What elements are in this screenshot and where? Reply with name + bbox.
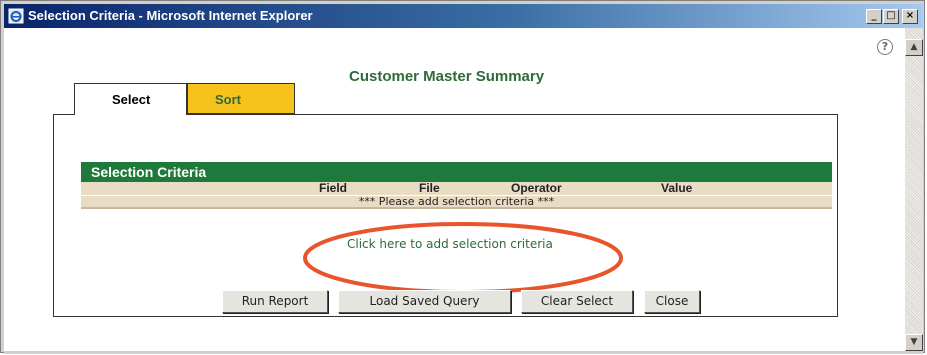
maximize-button[interactable]: □ [883, 9, 899, 24]
window-bottom-border [4, 351, 923, 354]
clear-select-button[interactable]: Clear Select [521, 290, 633, 313]
page-content: ? Customer Master Summary Select Sort Se… [4, 28, 905, 351]
run-report-button[interactable]: Run Report [222, 290, 328, 313]
vertical-scrollbar[interactable]: ▲ ▼ [905, 28, 923, 351]
browser-window: Selection Criteria - Microsoft Internet … [0, 0, 925, 354]
column-header-field: Field [319, 181, 348, 195]
scroll-down-icon[interactable]: ▼ [905, 334, 923, 351]
help-icon[interactable]: ? [877, 39, 893, 55]
window-titlebar[interactable]: Selection Criteria - Microsoft Internet … [4, 4, 923, 28]
load-saved-query-button[interactable]: Load Saved Query [338, 290, 511, 313]
internet-explorer-icon [8, 8, 24, 24]
page-title: Customer Master Summary [349, 68, 545, 85]
add-selection-criteria-link[interactable]: Click here to add selection criteria [347, 237, 553, 251]
minimize-button[interactable]: _ [866, 9, 882, 24]
column-header-value: Value [661, 181, 693, 195]
window-title: Selection Criteria - Microsoft Internet … [28, 8, 313, 23]
column-header-file: File [419, 181, 440, 195]
scroll-up-icon[interactable]: ▲ [905, 39, 923, 56]
selection-criteria-heading: Selection Criteria [81, 162, 832, 182]
criteria-column-headers: Field File Operator Value [81, 181, 832, 195]
highlight-circle [303, 222, 623, 294]
tab-select-label: Select [112, 92, 151, 107]
tab-sort[interactable]: Sort [187, 83, 295, 114]
tab-sort-label: Sort [215, 92, 241, 107]
close-button[interactable]: Close [644, 290, 700, 313]
column-header-operator: Operator [511, 181, 562, 195]
criteria-table-border [81, 207, 832, 209]
close-window-button[interactable]: × [902, 9, 918, 24]
tab-select[interactable]: Select [74, 83, 187, 115]
